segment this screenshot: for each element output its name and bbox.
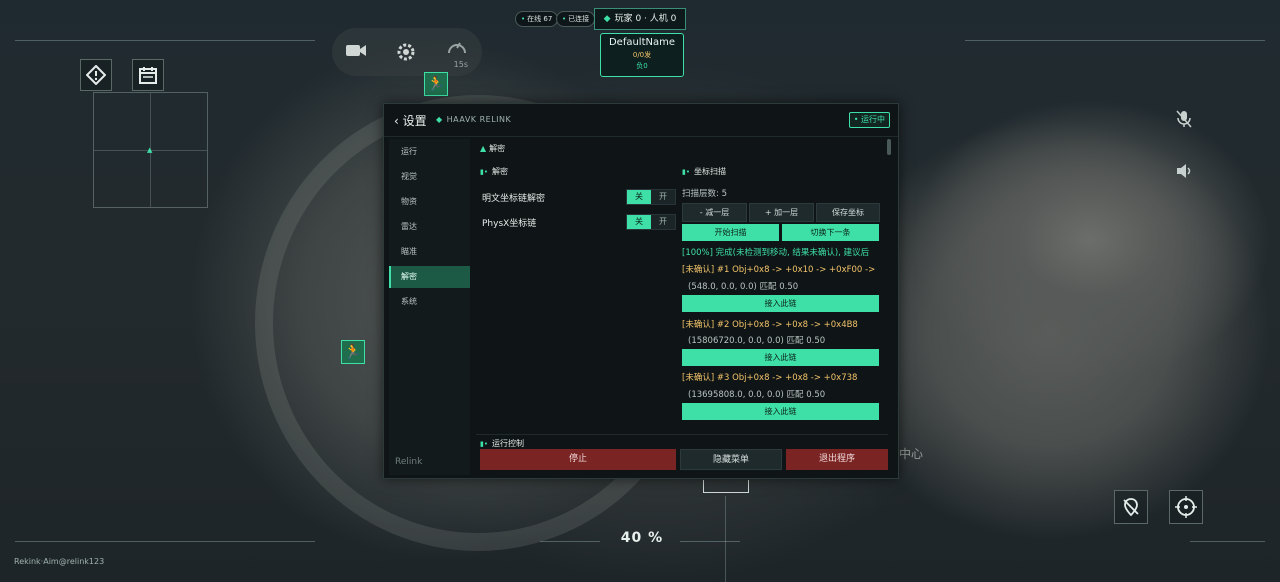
plaintext-chain-label: 明文坐标链解密 [482,194,546,204]
chevron-left-icon: ‹ [394,114,403,128]
target-sub: 负0 [636,62,648,70]
stop-button[interactable]: 停止 [480,449,676,470]
content-scrollbar[interactable] [887,139,891,155]
triangle-icon: ▲ [480,144,487,153]
sidebar-item-system[interactable]: 系统 [389,291,470,313]
plaintext-chain-toggle[interactable]: 关 开 [626,189,676,205]
mic-muted-icon[interactable] [1176,110,1192,132]
marker-icon: ▮• [480,440,488,448]
scan-status: [100%] 完成(未检测到移动, 结果未确认), 建议后 [682,248,870,258]
run-control-title: 运行控制 [491,439,524,448]
section-header[interactable]: ▲ 解密 [480,143,505,154]
result-coords: (13695808.0, 0.0, 0.0) 匹配 0.50 [688,390,826,400]
back-button[interactable]: ‹ 设置 [394,112,427,129]
map-place-label: 中心 [899,447,924,461]
sidebar-item-items[interactable]: 物资 [389,191,470,213]
minimap-frame: ▲ [93,92,208,208]
attach-chain-button[interactable]: 接入此链 [682,403,879,420]
sidebar-item-decrypt[interactable]: 解密 [389,266,470,288]
toggle-off-option[interactable]: 关 [627,215,651,229]
pin-off-icon[interactable] [1114,490,1148,524]
hud-frame-line [680,541,740,542]
hud-frame-line [1190,541,1265,542]
sidebar-item-aim[interactable]: 瞄准 [389,241,470,263]
depth-minus-button[interactable]: - 减一层 [682,203,747,222]
marker-icon: ▮• [480,168,488,176]
settings-panel: ‹ 设置 ◆ HAAVK RELINK • 运行中 运行 视觉 物资 雷达 瞄准 … [383,103,899,479]
target-stat: 0/0发 [632,51,652,59]
sidebar-item-run[interactable]: 运行 [389,141,470,163]
runner-icon: 🏃 [341,340,365,364]
panel-header: ‹ 设置 ◆ HAAVK RELINK • 运行中 [384,104,898,137]
depth-plus-button[interactable]: + 加一层 [749,203,814,222]
attach-chain-button[interactable]: 接入此链 [682,295,879,312]
running-badge: • 运行中 [848,112,890,128]
toggle-off-option[interactable]: 关 [627,190,651,204]
players-text: 玩家 0 · 人机 0 [614,14,677,24]
diamond-icon: ◆ [436,115,443,124]
run-control-header: ▮• 运行控制 [480,438,524,449]
section-title: 解密 [489,144,506,153]
marker-icon: ▮• [682,168,690,176]
sidebar-item-visual[interactable]: 视觉 [389,166,470,188]
running-text: 运行中 [861,115,885,124]
brand-text: HAAVK RELINK [446,115,512,124]
next-result-button[interactable]: 切换下一条 [782,224,879,241]
speaker-icon[interactable] [1176,163,1194,183]
camera-icon[interactable] [345,42,367,58]
start-scan-button[interactable]: 开始扫描 [682,224,779,241]
settings-sidebar: 运行 视觉 物资 雷达 瞄准 解密 系统 Relink [389,139,470,475]
players-counter: ◆ 玩家 0 · 人机 0 [594,8,686,30]
sidebar-item-radar[interactable]: 雷达 [389,216,470,238]
scan-subsection: ▮• 坐标扫描 [682,166,726,177]
target-name: DefaultName [608,37,676,48]
result-chain: [未确认] #3 Obj+0x8 -> +0x8 -> +0x738 [682,373,858,383]
left-subsection: ▮• 解密 [480,166,508,177]
online-badge: • 在线 67 [515,11,559,27]
sidebar-footer: Relink [395,457,423,467]
save-coords-button[interactable]: 保存坐标 [816,203,880,222]
hud-frame-line [15,541,315,542]
timer-text: 15s [453,60,468,69]
left-subsection-title: 解密 [491,167,508,176]
decrypt-content: ▲ 解密 ▮• 解密 明文坐标链解密 关 开 PhysX坐标链 关 开 ▮• 坐标扫描… [476,139,887,431]
result-chain: [未确认] #1 Obj+0x8 -> +0x10 -> +0xF00 -> [682,265,876,275]
result-chain: [未确认] #2 Obj+0x8 -> +0x8 -> +0x4B8 [682,320,858,330]
attach-chain-button[interactable]: 接入此链 [682,349,879,366]
toggle-on-option[interactable]: 开 [651,190,675,204]
zoom-level: 40 % [620,530,664,546]
connection-status: 已连接 [568,15,590,23]
brand-label: ◆ HAAVK RELINK [436,115,511,124]
physx-chain-toggle[interactable]: 关 开 [626,214,676,230]
hud-frame-line [965,40,1265,41]
scan-title: 坐标扫描 [693,167,726,176]
hud-frame-line [540,541,600,542]
alert-icon[interactable] [80,59,112,91]
hide-menu-button[interactable]: 隐藏菜单 [680,449,782,470]
runner-icon: 🏃 [424,72,448,96]
target-card: DefaultName 0/0发 负0 [600,33,684,77]
toggle-on-option[interactable]: 开 [651,215,675,229]
timer-icon[interactable]: 15s [446,38,468,69]
gear-icon[interactable] [396,42,416,62]
crosshair-icon[interactable] [1169,490,1203,524]
center-reticle [697,478,755,496]
exit-program-button[interactable]: 退出程序 [786,449,888,470]
back-label: 设置 [402,114,427,128]
physx-chain-label: PhysX坐标链 [482,219,537,229]
minimap-player-marker: ▲ [147,146,153,154]
result-coords: (548.0, 0.0, 0.0) 匹配 0.50 [688,282,799,292]
online-count: 在线 67 [527,15,553,23]
connection-badge: • 已连接 [556,11,596,27]
calendar-icon[interactable] [132,59,164,91]
hud-frame-line [15,40,315,41]
scan-depth: 扫描层数: 5 [682,189,727,199]
credit-text: Rekink·Aim@relink123 [14,557,105,566]
hud-center-line [725,496,726,582]
run-control: ▮• 运行控制 停止 隐藏菜单 退出程序 [476,434,888,475]
result-coords: (15806720.0, 0.0, 0.0) 匹配 0.50 [688,336,826,346]
